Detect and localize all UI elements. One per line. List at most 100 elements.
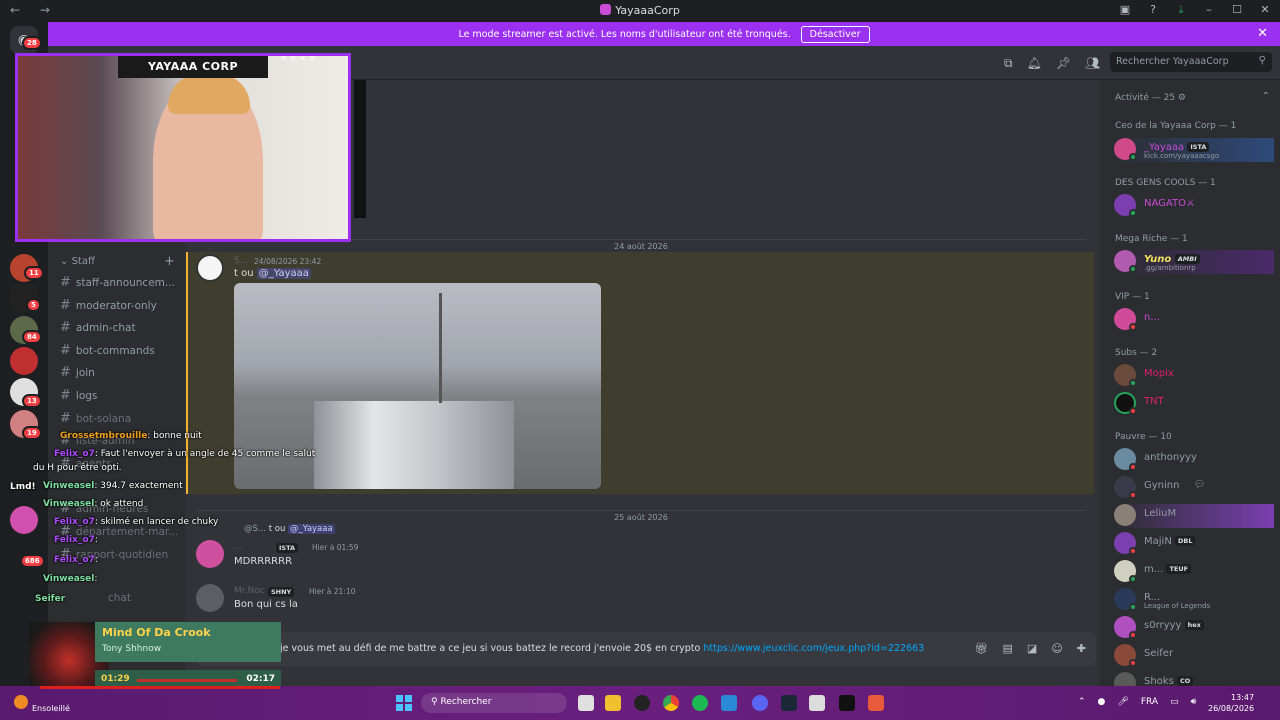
weather-icon[interactable]: [14, 695, 28, 709]
vscode-icon[interactable]: [721, 695, 737, 711]
avatar[interactable]: [196, 254, 224, 282]
search-icon: ⚲: [1258, 55, 1266, 66]
member-name: Shoks CO: [1144, 676, 1194, 686]
sticker-icon[interactable]: ◪: [1027, 642, 1037, 655]
member-row[interactable]: Gyninn 💬︎: [1114, 476, 1274, 500]
reply-preview[interactable]: @S... t ou @_Yayaaa: [244, 524, 335, 534]
search-input[interactable]: Rechercher YayaaaCorp ⚲: [1110, 52, 1272, 72]
member-row[interactable]: TNT: [1114, 392, 1274, 416]
composer-actions: 🎁︎ ▤ ◪ ☺ ✚: [975, 642, 1086, 655]
member-name: MajiN DBL: [1144, 536, 1196, 547]
overlay-chat-line: Felix_o7: skilmé en lancer de chuky: [54, 517, 218, 527]
status-icon: [1129, 463, 1137, 471]
member-row[interactable]: n...: [1114, 308, 1274, 332]
collapse-icon[interactable]: ⌃: [1262, 91, 1270, 102]
channel-item[interactable]: # join: [60, 365, 95, 380]
status-icon: [1129, 209, 1137, 217]
message-author[interactable]: Mr.Noc: [234, 586, 265, 596]
message-composer[interactable]: je vous met au défi de me battre a ce je…: [196, 632, 1096, 666]
avatar[interactable]: [196, 584, 224, 612]
emoji-icon[interactable]: ☺: [1051, 642, 1062, 655]
category-staff[interactable]: ⌄ Staff: [60, 256, 95, 267]
chrome-icon[interactable]: [663, 695, 679, 711]
channel-item[interactable]: # bot-commands: [60, 343, 155, 358]
composer-link[interactable]: https://www.jeuxclic.com/jeux.php?id=222…: [703, 643, 924, 654]
channel-item[interactable]: # moderator-only: [60, 298, 157, 313]
member-row[interactable]: R... League of Legends: [1114, 588, 1274, 612]
channel-label: admin-chat: [75, 322, 136, 334]
member-row[interactable]: m... TEUF: [1114, 560, 1274, 584]
discord-icon[interactable]: [752, 695, 768, 711]
minimize-icon[interactable]: –: [1202, 3, 1216, 17]
channel-item[interactable]: # admin-chat: [60, 320, 136, 335]
add-channel-icon[interactable]: +: [164, 254, 175, 269]
gift-icon[interactable]: 🎁︎: [975, 642, 989, 655]
member-row[interactable]: LeliuM: [1114, 504, 1274, 528]
message-author[interactable]: ...: [234, 542, 243, 552]
volume-icon[interactable]: 🔊︎: [1191, 697, 1197, 707]
folder-icon[interactable]: [605, 695, 621, 711]
hash-icon: #: [60, 411, 71, 426]
member-row[interactable]: NAGATO⚔: [1114, 194, 1274, 218]
clock-date: 26/08/2026: [1208, 704, 1255, 713]
channel-item[interactable]: # staff-announcem...: [60, 275, 175, 290]
server-badge: 686: [20, 554, 45, 568]
user-mention[interactable]: @_Yayaaa: [256, 268, 311, 279]
member-row[interactable]: Seifer: [1114, 644, 1274, 668]
member-row[interactable]: MajiN DBL: [1114, 532, 1274, 556]
disable-streamer-button[interactable]: Désactiver: [800, 25, 870, 43]
app-icon[interactable]: [868, 695, 884, 711]
close-window-icon[interactable]: ✕: [1258, 3, 1272, 17]
member-row[interactable]: s0rryyy hex: [1114, 616, 1274, 640]
threads-icon[interactable]: ⧉: [1004, 56, 1013, 71]
network-icon[interactable]: ▭: [1170, 697, 1179, 707]
server-icon[interactable]: [10, 347, 38, 375]
track-title: Mind Of Da Crook: [102, 626, 211, 639]
member-name-text: MajiN: [1144, 536, 1172, 547]
chat-user: Felix_o7: [54, 449, 95, 459]
avatar[interactable]: [196, 540, 224, 568]
chevron-up-icon[interactable]: ⌃: [1078, 697, 1086, 707]
app-icon[interactable]: [839, 695, 855, 711]
steam-icon[interactable]: [781, 695, 797, 711]
member-row[interactable]: Shoks CO: [1114, 672, 1274, 686]
member-row[interactable]: anthonyyy: [1114, 448, 1274, 472]
server-icon[interactable]: [10, 506, 38, 534]
activity-header[interactable]: Activité — 25 ⚙: [1115, 93, 1186, 103]
github-icon[interactable]: [634, 695, 650, 711]
message-author[interactable]: S...: [234, 256, 248, 266]
progress-bar: [137, 679, 237, 682]
app-icon[interactable]: [809, 695, 825, 711]
overlay-chat-line: Vinweasel: ok attend: [43, 499, 143, 509]
channel-item[interactable]: # bot-solana: [60, 411, 131, 426]
channel-item[interactable]: chat: [108, 592, 131, 604]
steam-tray-icon[interactable]: ●: [1098, 697, 1106, 707]
channel-item[interactable]: # logs: [60, 388, 97, 403]
mic-icon[interactable]: 🎤︎: [1117, 697, 1128, 707]
total-time: 02:17: [246, 674, 275, 684]
help-icon[interactable]: ?: [1146, 3, 1160, 17]
clock[interactable]: 13:47 26/08/2026: [1208, 692, 1254, 714]
maximize-icon[interactable]: ☐: [1230, 3, 1244, 17]
members-icon[interactable]: 👥︎: [1085, 56, 1100, 71]
download-icon[interactable]: ⤓: [1174, 3, 1188, 17]
chat-text: du H pour être opti.: [33, 463, 122, 473]
file-explorer-icon[interactable]: [578, 695, 594, 711]
spotify-icon[interactable]: [692, 695, 708, 711]
close-banner-icon[interactable]: ✕: [1257, 26, 1268, 41]
server-badge: 11: [24, 266, 44, 280]
gif-icon[interactable]: ▤: [1003, 642, 1013, 655]
member-row[interactable]: Yuno AMBI .gg/ambitionrp: [1114, 250, 1274, 274]
pin-icon[interactable]: 📌︎: [1056, 56, 1071, 71]
taskbar-search[interactable]: ⚲ Rechercher: [421, 693, 567, 713]
overlay-red-bar: [40, 686, 280, 689]
apps-icon[interactable]: ✚: [1077, 642, 1086, 655]
hash-icon: #: [60, 320, 71, 335]
bell-icon[interactable]: 🔔︎: [1027, 56, 1042, 71]
lang-indicator[interactable]: FRA: [1141, 697, 1158, 707]
member-row[interactable]: _Yayaaa ISTA kick.com/yayaaacsgo: [1114, 138, 1274, 162]
member-row[interactable]: Mopix: [1114, 364, 1274, 388]
windows-start-icon[interactable]: [396, 695, 412, 711]
inbox-icon[interactable]: ▣: [1118, 3, 1132, 17]
status-icon: [1129, 575, 1137, 583]
